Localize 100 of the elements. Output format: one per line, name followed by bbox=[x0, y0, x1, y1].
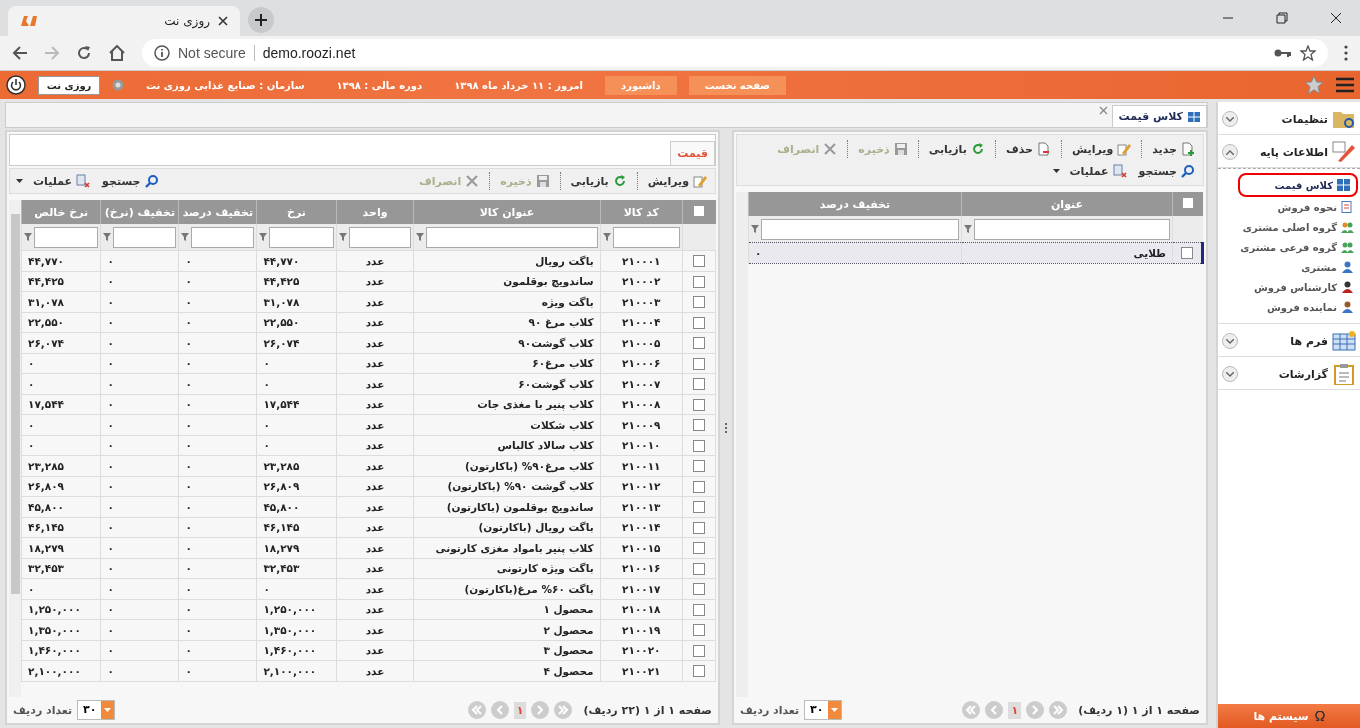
key-icon[interactable] bbox=[1274, 48, 1292, 58]
new-tab-button[interactable] bbox=[248, 7, 274, 33]
table-cell: باگت رویال (باکارتون) bbox=[413, 517, 601, 538]
row-checkbox[interactable] bbox=[693, 665, 705, 678]
filter-icon[interactable] bbox=[24, 232, 32, 242]
close-icon[interactable] bbox=[218, 16, 228, 26]
scrollbar[interactable] bbox=[736, 192, 748, 697]
row-checkbox[interactable] bbox=[693, 316, 705, 329]
caret-icon[interactable] bbox=[1052, 169, 1060, 173]
row-checkbox[interactable] bbox=[693, 603, 705, 616]
menu-icon[interactable] bbox=[1344, 45, 1348, 61]
panel-tab[interactable]: قیمت bbox=[670, 141, 715, 165]
new-button[interactable]: جدید bbox=[1150, 142, 1197, 156]
star-icon[interactable] bbox=[1304, 75, 1324, 95]
refresh-button[interactable]: بازیابی bbox=[568, 174, 629, 188]
restore-icon[interactable] bbox=[1276, 12, 1288, 24]
filter-field[interactable] bbox=[269, 226, 334, 248]
columns-icon bbox=[76, 174, 91, 188]
row-checkbox[interactable] bbox=[693, 337, 705, 350]
row-checkbox[interactable] bbox=[693, 644, 705, 657]
filter-field[interactable] bbox=[34, 226, 99, 248]
row-checkbox[interactable] bbox=[693, 398, 705, 411]
filter-field[interactable] bbox=[426, 226, 598, 248]
row-checkbox[interactable] bbox=[693, 378, 705, 391]
sidebar-group[interactable]: تنظیمات bbox=[1218, 104, 1360, 135]
power-icon[interactable] bbox=[6, 75, 26, 95]
sidebar-group[interactable]: اطلاعات پایه bbox=[1218, 137, 1360, 168]
select-all-checkbox[interactable] bbox=[694, 205, 705, 216]
filter-field[interactable] bbox=[191, 226, 255, 248]
sidebar-item[interactable]: مشتری bbox=[1218, 257, 1360, 277]
search-button[interactable]: جستجو bbox=[100, 174, 161, 188]
filter-icon[interactable] bbox=[964, 224, 972, 234]
sidebar-item[interactable]: کلاس قیمت bbox=[1238, 173, 1358, 197]
filter-field[interactable] bbox=[761, 218, 959, 240]
row-checkbox[interactable] bbox=[693, 480, 705, 493]
search-button[interactable]: جستجو bbox=[1136, 164, 1197, 178]
menu-icon[interactable] bbox=[1336, 77, 1354, 93]
sidebar-item[interactable]: نحوه فروش bbox=[1218, 197, 1360, 217]
table-cell: عدد bbox=[336, 537, 414, 558]
sidebar-item[interactable]: گروه فرعی مشتری bbox=[1218, 237, 1360, 257]
expand-toggle[interactable] bbox=[1222, 366, 1238, 382]
page-size-field[interactable]: ۳۰ bbox=[804, 700, 843, 720]
edit-button[interactable]: ویرایش bbox=[1069, 142, 1134, 156]
company-field[interactable]: روزی نت bbox=[38, 75, 100, 95]
page-tab[interactable]: کلاس قیمت bbox=[1111, 105, 1207, 127]
sidebar-group[interactable]: گزارشات bbox=[1218, 359, 1360, 390]
row-checkbox[interactable] bbox=[693, 521, 705, 534]
table-cell: عدد bbox=[336, 517, 414, 538]
filter-icon[interactable] bbox=[751, 224, 759, 234]
row-checkbox[interactable] bbox=[693, 624, 705, 637]
document-icon bbox=[1341, 201, 1354, 213]
filter-field[interactable] bbox=[348, 226, 412, 248]
edit-button[interactable]: ویرایش bbox=[645, 174, 709, 188]
expand-toggle[interactable] bbox=[1222, 333, 1238, 349]
back-icon[interactable] bbox=[12, 45, 28, 61]
operations-button[interactable]: عملیات bbox=[31, 174, 93, 188]
caret-icon[interactable] bbox=[16, 179, 23, 183]
table-cell: ۰ bbox=[100, 312, 179, 333]
page-size-field[interactable]: ۳۰ bbox=[77, 700, 116, 720]
row-checkbox[interactable] bbox=[693, 460, 705, 473]
expand-toggle[interactable] bbox=[1222, 111, 1238, 127]
table-cell: ۲۱۰۰۱۱ bbox=[600, 455, 683, 476]
sidebar-item[interactable]: کارشناس فروش bbox=[1218, 277, 1360, 297]
home-icon[interactable] bbox=[108, 45, 126, 61]
operations-button[interactable]: عملیات bbox=[1067, 164, 1129, 178]
table-cell: ۰ bbox=[178, 619, 257, 640]
close-icon[interactable] bbox=[1330, 12, 1342, 24]
filter-field[interactable] bbox=[612, 226, 680, 248]
row-checkbox[interactable] bbox=[693, 275, 705, 288]
row-checkbox[interactable] bbox=[693, 439, 705, 452]
table-cell: ۰ bbox=[178, 414, 257, 435]
star-icon[interactable] bbox=[1300, 45, 1316, 61]
row-checkbox[interactable] bbox=[693, 542, 705, 555]
row-checkbox[interactable] bbox=[693, 562, 705, 575]
browser-tab[interactable]: روزی نت bbox=[8, 6, 240, 36]
expand-toggle[interactable] bbox=[1222, 144, 1238, 160]
table-cell: ۲۱۰۰۰۶ bbox=[600, 353, 683, 374]
select-all-checkbox[interactable] bbox=[1182, 197, 1193, 208]
table-cell: ۰ bbox=[178, 455, 257, 476]
row-checkbox[interactable] bbox=[693, 296, 705, 309]
sidebar-item[interactable]: گروه اصلی مشتری bbox=[1218, 217, 1360, 237]
delete-button[interactable]: حذف bbox=[1003, 142, 1053, 156]
row-checkbox[interactable] bbox=[693, 501, 705, 514]
refresh-button[interactable]: بازیابی bbox=[926, 142, 987, 156]
filter-field[interactable] bbox=[113, 226, 177, 248]
sidebar-group[interactable]: فرم ها bbox=[1218, 326, 1360, 357]
row-checkbox[interactable] bbox=[1181, 247, 1193, 260]
sidebar-item[interactable]: نماینده فروش bbox=[1218, 297, 1360, 317]
filter-field[interactable] bbox=[974, 218, 1170, 240]
row-checkbox[interactable] bbox=[693, 357, 705, 370]
table-cell: ۱,۲۵۰,۰۰۰ bbox=[256, 599, 337, 620]
columns-icon bbox=[1112, 164, 1127, 178]
scrollbar-thumb[interactable] bbox=[10, 214, 20, 594]
reload-icon[interactable] bbox=[76, 45, 92, 61]
table-cell: ۰ bbox=[256, 373, 337, 394]
row-checkbox[interactable] bbox=[693, 583, 705, 596]
table-cell: ۰ bbox=[256, 353, 337, 374]
row-checkbox[interactable] bbox=[693, 419, 705, 432]
address-field[interactable]: Not secure demo.roozi.net bbox=[142, 39, 1328, 67]
row-checkbox[interactable] bbox=[693, 255, 705, 268]
